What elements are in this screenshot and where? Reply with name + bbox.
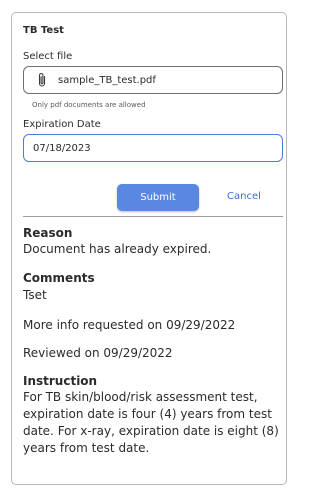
tb-test-card: TB Test Select file sample_TB_test.pdf O… bbox=[11, 12, 287, 485]
reason-text: Document has already expired. bbox=[23, 242, 212, 256]
card-title: TB Test bbox=[23, 25, 64, 36]
comments-heading: Comments bbox=[23, 271, 95, 285]
comments-text: Tset bbox=[23, 288, 47, 302]
paperclip-icon bbox=[35, 72, 49, 88]
more-info-requested-text: More info requested on 09/29/2022 bbox=[23, 318, 236, 332]
file-picker[interactable]: sample_TB_test.pdf bbox=[23, 66, 283, 94]
submit-button[interactable]: Submit bbox=[117, 184, 199, 211]
select-file-label: Select file bbox=[23, 51, 73, 62]
expiration-date-input[interactable] bbox=[23, 134, 283, 162]
reason-heading: Reason bbox=[23, 226, 73, 240]
instruction-heading: Instruction bbox=[23, 374, 98, 388]
instruction-text: For TB skin/blood/risk assessment test, … bbox=[23, 390, 279, 455]
divider bbox=[23, 216, 283, 217]
selected-file-name: sample_TB_test.pdf bbox=[58, 74, 156, 86]
reviewed-text: Reviewed on 09/29/2022 bbox=[23, 346, 173, 360]
cancel-button[interactable]: Cancel bbox=[227, 191, 261, 202]
file-type-hint: Only pdf documents are allowed bbox=[32, 101, 146, 109]
expiration-date-label: Expiration Date bbox=[23, 119, 101, 130]
